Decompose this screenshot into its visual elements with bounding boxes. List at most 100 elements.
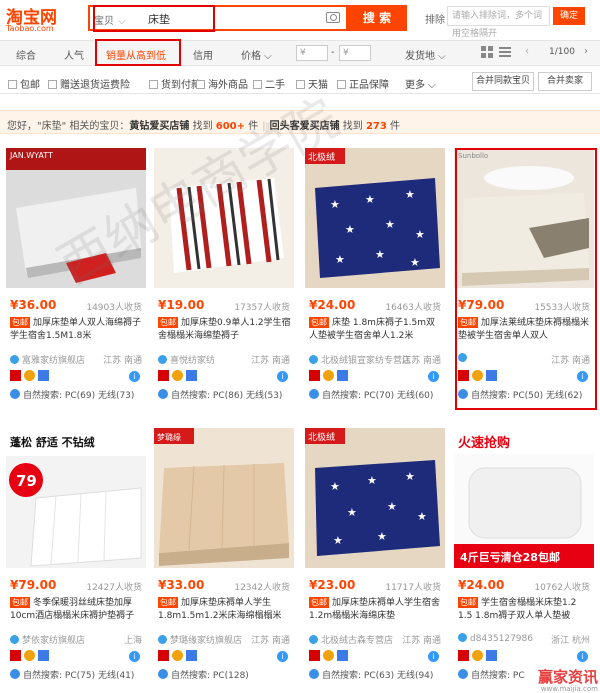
- tmall-badge-icon[interactable]: [158, 370, 169, 381]
- product-title[interactable]: 包邮 加厚床垫单人双人海绵褥子学生宿舍1.5M1.8米: [10, 317, 144, 345]
- gold-seller-icon[interactable]: [323, 370, 334, 381]
- sort-bar: 综合 人气 销量从高到低 信用 价格 ⌵ ¥ - ¥ 发货地 ⌵ ‹ 1/100…: [0, 40, 600, 66]
- search-button[interactable]: 搜 索: [347, 5, 407, 31]
- product-title[interactable]: 包邮 加厚床垫床褥单人学生宿舍1.2m榻榻米海绵床垫: [309, 597, 443, 625]
- product-card[interactable]: 蓬松 舒适 不钻绒 79 ¥79.00 12427人收货 包邮 冬季保暖羽丝绒床垫加厚10…: [6, 428, 146, 693]
- shop-location: 江苏 南通: [103, 356, 142, 366]
- search-stat-icon: [158, 389, 168, 399]
- filter-second-hand[interactable]: 二手: [253, 76, 285, 91]
- product-title[interactable]: 包邮 冬季保暖羽丝绒床垫加厚10cm酒店榻榻米床褥护垫褥子: [10, 597, 144, 625]
- next-page-icon[interactable]: ›: [584, 46, 588, 57]
- wangwang-icon[interactable]: [38, 650, 49, 661]
- sort-price[interactable]: 价格 ⌵: [241, 47, 272, 62]
- shop-link[interactable]: d8435127986: [458, 633, 533, 644]
- sort-sales-desc[interactable]: 销量从高到低: [106, 47, 166, 62]
- shop-link[interactable]: 梦依家纺旗舰店: [10, 633, 85, 646]
- info-icon[interactable]: i: [577, 651, 588, 662]
- product-card[interactable]: 梦璐缘 ¥33.00 12342人收货 包邮 加厚床垫床褥单人学生1.8m1.5m1.2…: [154, 428, 294, 693]
- product-card[interactable]: Sunbollo ¥79.00 15533人收货 包邮 加厚法莱绒床垫床褥榻榻米垫被学生…: [454, 148, 594, 430]
- tmall-badge-icon[interactable]: [10, 650, 21, 661]
- product-card[interactable]: 北极绒 ★ ★ ★ ★ ★ ★ ★ ★ ¥23.00 11717人收货 包邮 加厚床垫床褥单人学生宿舍1…: [305, 428, 445, 693]
- product-card[interactable]: JAN.WYATT ¥36.00 14903人收货 包邮 加厚床垫单人双人海绵褥子学生宿…: [6, 148, 146, 430]
- shop-link[interactable]: 梦璐缘家纺旗舰店: [158, 633, 242, 646]
- product-image[interactable]: [154, 148, 294, 288]
- product-image[interactable]: 蓬松 舒适 不钻绒 79: [6, 428, 146, 568]
- gold-seller-icon[interactable]: [472, 370, 483, 381]
- tmall-badge-icon[interactable]: [158, 650, 169, 661]
- exclude-confirm-button[interactable]: 确定: [553, 7, 585, 25]
- shop-link[interactable]: 北极绒银宣家纺专营店: [309, 353, 411, 366]
- gold-seller-icon[interactable]: [24, 650, 35, 661]
- product-title[interactable]: 包邮 加厚床垫床褥单人学生1.8m1.5m1.2米床海绵榻榻米: [158, 597, 292, 625]
- shop-link[interactable]: 喜悦纺家纺: [158, 353, 215, 366]
- list-view-icon[interactable]: [499, 46, 511, 58]
- search-category-select[interactable]: 宝贝 ⌵: [94, 12, 126, 27]
- product-title[interactable]: 包邮 加厚床垫0.9单人1.2学生宿舍榻榻米海绵垫褥子: [158, 317, 292, 345]
- info-icon[interactable]: i: [277, 371, 288, 382]
- filter-overseas[interactable]: 海外商品: [196, 76, 248, 91]
- product-title[interactable]: 包邮 加厚法莱绒床垫床褥榻榻米垫被学生宿舍单人双人: [458, 317, 592, 345]
- wangwang-icon[interactable]: [186, 650, 197, 661]
- filter-return-insurance[interactable]: 赠送退货运费险: [48, 76, 130, 91]
- info-icon[interactable]: i: [129, 371, 140, 382]
- tmall-badge-icon[interactable]: [309, 370, 320, 381]
- sort-credit[interactable]: 信用: [193, 47, 213, 62]
- seller-badges: [458, 370, 500, 382]
- product-image[interactable]: Sunbollo: [454, 148, 594, 288]
- svg-text:★: ★: [333, 534, 343, 547]
- shop-link[interactable]: [458, 353, 470, 364]
- gold-seller-icon[interactable]: [172, 370, 183, 381]
- filter-genuine[interactable]: 正品保障: [337, 76, 389, 91]
- info-icon[interactable]: i: [577, 371, 588, 382]
- tmall-badge-icon[interactable]: [10, 370, 21, 381]
- product-image[interactable]: 北极绒 ★ ★ ★ ★ ★ ★ ★ ★: [305, 428, 445, 568]
- wangwang-icon[interactable]: [38, 370, 49, 381]
- wangwang-icon[interactable]: [337, 650, 348, 661]
- gold-seller-icon[interactable]: [472, 650, 483, 661]
- merge-same-button[interactable]: 合并同款宝贝: [472, 72, 534, 91]
- info-icon[interactable]: i: [129, 651, 140, 662]
- tmall-badge-icon[interactable]: [309, 650, 320, 661]
- grid-view-icon[interactable]: [481, 46, 493, 58]
- shop-location: 江苏 南通: [402, 356, 441, 366]
- filter-more[interactable]: 更多 ⌵: [405, 76, 436, 91]
- gold-seller-icon[interactable]: [24, 370, 35, 381]
- product-card[interactable]: 火速抢购 4斤巨亏清仓28包邮 ¥24.00 10762人收货 包邮 学生宿舍榻榻米床垫1…: [454, 428, 594, 693]
- exclude-input[interactable]: 请输入排除词，多个词用空格隔开: [447, 6, 550, 39]
- camera-icon[interactable]: [326, 12, 340, 23]
- gold-seller-icon[interactable]: [172, 650, 183, 661]
- product-card[interactable]: 北极绒 ★ ★ ★ ★ ★ ★ ★ ★ ★ ¥24.00 16463人收货 包邮 床垫 1.8m床褥子1.…: [305, 148, 445, 430]
- filter-free-shipping[interactable]: 包邮: [8, 76, 40, 91]
- info-icon[interactable]: i: [428, 651, 439, 662]
- taobao-logo[interactable]: 淘宝网 Taobao.com: [6, 3, 84, 35]
- sort-popularity[interactable]: 人气: [64, 47, 84, 62]
- search-box[interactable]: 宝贝 ⌵ 床垫: [88, 5, 348, 31]
- prev-page-icon[interactable]: ‹: [525, 46, 529, 57]
- tmall-badge-icon[interactable]: [458, 370, 469, 381]
- info-icon[interactable]: i: [428, 371, 439, 382]
- price-to-input[interactable]: ¥: [339, 45, 371, 61]
- product-image[interactable]: 火速抢购 4斤巨亏清仓28包邮: [454, 428, 594, 568]
- filter-tmall[interactable]: 天猫: [296, 76, 328, 91]
- sort-comprehensive[interactable]: 综合: [16, 47, 36, 62]
- shop-link[interactable]: 富雅家纺旗舰店: [10, 353, 85, 366]
- product-image[interactable]: JAN.WYATT: [6, 148, 146, 288]
- product-image[interactable]: 北极绒 ★ ★ ★ ★ ★ ★ ★ ★ ★: [305, 148, 445, 288]
- product-card[interactable]: ¥19.00 17357人收货 包邮 加厚床垫0.9单人1.2学生宿舍榻榻米海绵垫褥子…: [154, 148, 294, 430]
- info-icon[interactable]: i: [277, 651, 288, 662]
- merge-seller-button[interactable]: 合并卖家: [538, 72, 592, 91]
- ship-from-select[interactable]: 发货地 ⌵: [405, 47, 446, 62]
- product-title[interactable]: 包邮 床垫 1.8m床褥子1.5m双人垫被学生宿舍单人1.2米: [309, 317, 443, 345]
- gold-seller-icon[interactable]: [323, 650, 334, 661]
- filter-cod[interactable]: 货到付款: [149, 76, 201, 91]
- shop-link[interactable]: 北极绒古森专营店: [309, 633, 393, 646]
- wangwang-icon[interactable]: [186, 370, 197, 381]
- tmall-badge-icon[interactable]: [458, 650, 469, 661]
- wangwang-icon[interactable]: [337, 370, 348, 381]
- search-input[interactable]: 床垫: [148, 11, 170, 27]
- product-image[interactable]: 梦璐缘: [154, 428, 294, 568]
- wangwang-icon[interactable]: [486, 370, 497, 381]
- price-from-input[interactable]: ¥: [296, 45, 328, 61]
- product-title[interactable]: 包邮 学生宿舍榻榻米床垫1.2 1.5 1.8m褥子双人单人垫被: [458, 597, 592, 625]
- wangwang-icon[interactable]: [486, 650, 497, 661]
